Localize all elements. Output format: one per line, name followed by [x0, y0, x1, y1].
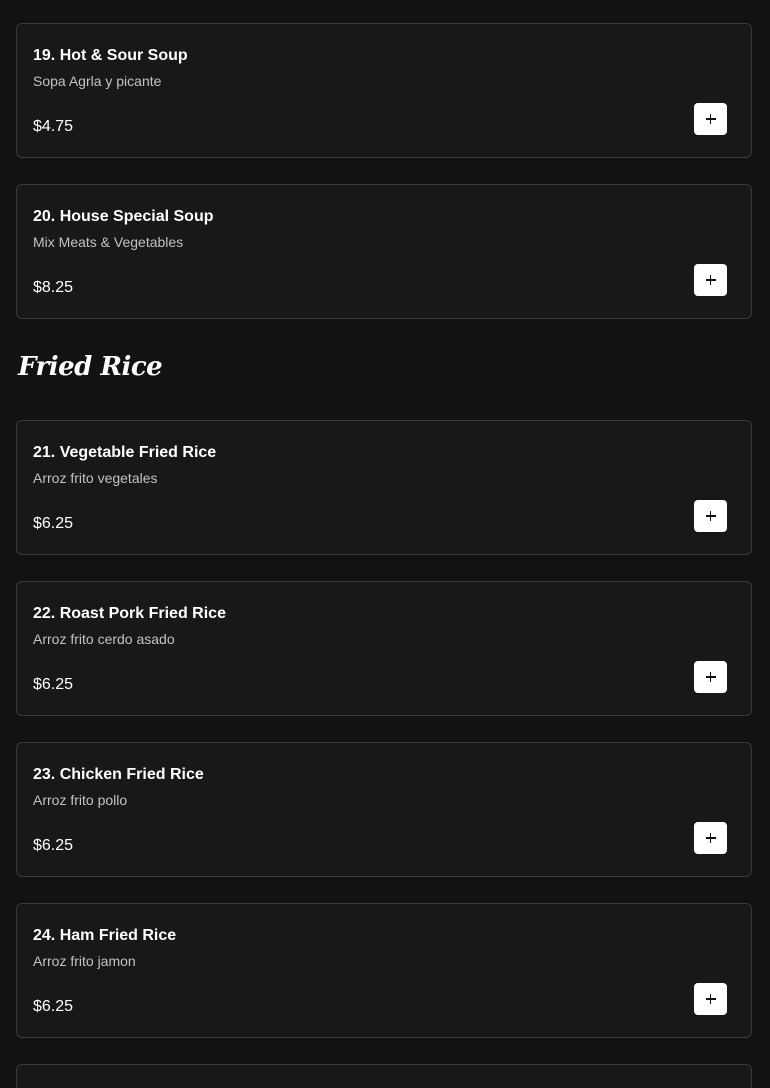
- menu-item-price: $6.25: [33, 837, 74, 854]
- menu-item-card[interactable]: 19. Hot & Sour Soup Sopa Agrla y picante…: [16, 23, 752, 158]
- plus-icon: [705, 672, 716, 682]
- plus-icon: [705, 275, 716, 285]
- menu-page: 19. Hot & Sour Soup Sopa Agrla y picante…: [0, 0, 770, 1088]
- add-to-cart-button[interactable]: [694, 822, 727, 854]
- add-to-cart-button[interactable]: [694, 264, 727, 296]
- menu-item-description: Sopa Agrla y picante: [33, 73, 162, 89]
- menu-item-card[interactable]: 23. Chicken Fried Rice Arroz frito pollo…: [16, 742, 752, 877]
- menu-item-name: 22. Roast Pork Fried Rice: [33, 605, 226, 622]
- menu-item-description: Arroz frito pollo: [33, 792, 128, 808]
- add-to-cart-button[interactable]: [694, 983, 727, 1015]
- menu-item-name: 21. Vegetable Fried Rice: [33, 444, 217, 461]
- plus-icon: [705, 511, 716, 521]
- menu-item-price: $6.25: [33, 998, 74, 1015]
- menu-item-price: $4.75: [33, 118, 74, 135]
- menu-item-description: Arroz frito jamon: [33, 953, 136, 969]
- add-to-cart-button[interactable]: [694, 661, 727, 693]
- add-to-cart-button[interactable]: [694, 500, 727, 532]
- section-title-fried-rice: Fried Rice: [18, 352, 163, 382]
- menu-item-name: 24. Ham Fried Rice: [33, 927, 177, 944]
- menu-item-description: Mix Meats & Vegetables: [33, 234, 184, 250]
- menu-item-card[interactable]: 24. Ham Fried Rice Arroz frito jamon $6.…: [16, 903, 752, 1038]
- plus-icon: [705, 833, 716, 843]
- plus-icon: [705, 114, 716, 124]
- menu-item-price: $8.25: [33, 279, 74, 296]
- menu-item-name: 19. Hot & Sour Soup: [33, 47, 188, 64]
- menu-item-description: Arroz frito vegetales: [33, 470, 158, 486]
- menu-item-description: Arroz frito cerdo asado: [33, 631, 175, 647]
- menu-item-card[interactable]: [16, 1064, 752, 1088]
- menu-item-name: 23. Chicken Fried Rice: [33, 766, 204, 783]
- menu-item-price: $6.25: [33, 515, 74, 532]
- menu-item-card[interactable]: 22. Roast Pork Fried Rice Arroz frito ce…: [16, 581, 752, 716]
- add-to-cart-button[interactable]: [694, 103, 727, 135]
- menu-item-price: $6.25: [33, 676, 74, 693]
- plus-icon: [705, 994, 716, 1004]
- menu-item-card[interactable]: 20. House Special Soup Mix Meats & Veget…: [16, 184, 752, 319]
- menu-item-name: 20. House Special Soup: [33, 208, 214, 225]
- menu-item-card[interactable]: 21. Vegetable Fried Rice Arroz frito veg…: [16, 420, 752, 555]
